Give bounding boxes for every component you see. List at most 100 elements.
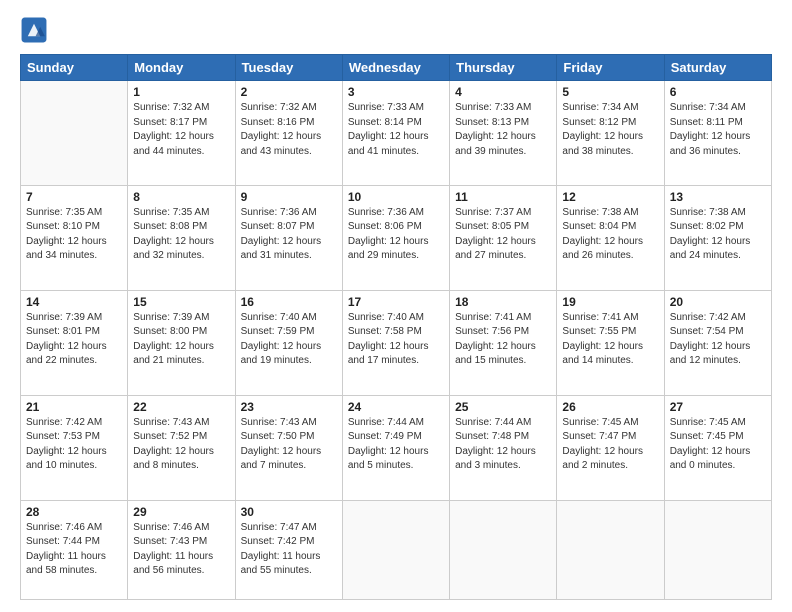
day-info: Sunrise: 7:46 AM Sunset: 7:43 PM Dayligh…: [133, 521, 229, 579]
day-number: 25: [455, 400, 551, 414]
week-row-5: 28 Sunrise: 7:46 AM Sunset: 7:44 PM Dayli…: [21, 500, 772, 599]
day-number: 27: [670, 400, 766, 414]
calendar-cell: [664, 500, 771, 599]
calendar-cell: 3 Sunrise: 7:33 AM Sunset: 8:14 PM Daylig…: [342, 81, 449, 186]
day-info: Sunrise: 7:34 AM Sunset: 8:12 PM Dayligh…: [562, 101, 658, 159]
calendar-cell: 14 Sunrise: 7:39 AM Sunset: 8:01 PM Dayli…: [21, 290, 128, 395]
day-info: Sunrise: 7:39 AM Sunset: 8:01 PM Dayligh…: [26, 311, 122, 369]
day-number: 17: [348, 295, 444, 309]
weekday-header-wednesday: Wednesday: [342, 55, 449, 81]
calendar-cell: 19 Sunrise: 7:41 AM Sunset: 7:55 PM Dayli…: [557, 290, 664, 395]
day-number: 11: [455, 190, 551, 204]
day-number: 10: [348, 190, 444, 204]
calendar-cell: 22 Sunrise: 7:43 AM Sunset: 7:52 PM Dayli…: [128, 395, 235, 500]
day-info: Sunrise: 7:33 AM Sunset: 8:13 PM Dayligh…: [455, 101, 551, 159]
week-row-4: 21Sunrise: 7:42 AM Sunset: 7:53 PM Dayli…: [21, 395, 772, 500]
day-number: 2: [241, 85, 337, 99]
calendar-cell: 29 Sunrise: 7:46 AM Sunset: 7:43 PM Dayli…: [128, 500, 235, 599]
calendar-cell: 8Sunrise: 7:35 AM Sunset: 8:08 PM Daylig…: [128, 185, 235, 290]
day-info: Sunrise: 7:33 AM Sunset: 8:14 PM Dayligh…: [348, 101, 444, 159]
weekday-header-sunday: Sunday: [21, 55, 128, 81]
calendar-cell: 12 Sunrise: 7:38 AM Sunset: 8:04 PM Dayli…: [557, 185, 664, 290]
day-info: Sunrise: 7:43 AM Sunset: 7:50 PM Dayligh…: [241, 416, 337, 474]
day-number: 1: [133, 85, 229, 99]
day-info: Sunrise: 7:32 AM Sunset: 8:16 PM Dayligh…: [241, 101, 337, 159]
day-info: Sunrise: 7:40 AM Sunset: 7:58 PM Dayligh…: [348, 311, 444, 369]
week-row-3: 14 Sunrise: 7:39 AM Sunset: 8:01 PM Dayli…: [21, 290, 772, 395]
day-info: Sunrise: 7:46 AM Sunset: 7:44 PM Dayligh…: [26, 521, 122, 579]
calendar-cell: 11 Sunrise: 7:37 AM Sunset: 8:05 PM Dayli…: [450, 185, 557, 290]
calendar-cell: 24 Sunrise: 7:44 AM Sunset: 7:49 PM Dayli…: [342, 395, 449, 500]
day-number: 29: [133, 505, 229, 519]
day-number: 3: [348, 85, 444, 99]
day-number: 16: [241, 295, 337, 309]
day-info: Sunrise: 7:35 AM Sunset: 8:10 PM Dayligh…: [26, 206, 122, 264]
day-number: 20: [670, 295, 766, 309]
calendar-cell: 23 Sunrise: 7:43 AM Sunset: 7:50 PM Dayli…: [235, 395, 342, 500]
calendar-cell: 25 Sunrise: 7:44 AM Sunset: 7:48 PM Dayli…: [450, 395, 557, 500]
day-number: 14: [26, 295, 122, 309]
calendar-cell: 9Sunrise: 7:36 AM Sunset: 8:07 PM Daylig…: [235, 185, 342, 290]
day-number: 28: [26, 505, 122, 519]
day-info: Sunrise: 7:44 AM Sunset: 7:49 PM Dayligh…: [348, 416, 444, 474]
weekday-header-tuesday: Tuesday: [235, 55, 342, 81]
day-info: Sunrise: 7:42 AM Sunset: 7:53 PM Dayligh…: [26, 416, 122, 474]
day-info: Sunrise: 7:47 AM Sunset: 7:42 PM Dayligh…: [241, 521, 337, 579]
calendar-cell: 4 Sunrise: 7:33 AM Sunset: 8:13 PM Daylig…: [450, 81, 557, 186]
day-info: Sunrise: 7:32 AM Sunset: 8:17 PM Dayligh…: [133, 101, 229, 159]
calendar-cell: 17 Sunrise: 7:40 AM Sunset: 7:58 PM Dayli…: [342, 290, 449, 395]
logo: [20, 16, 50, 44]
day-info: Sunrise: 7:36 AM Sunset: 8:06 PM Dayligh…: [348, 206, 444, 264]
day-number: 23: [241, 400, 337, 414]
day-info: Sunrise: 7:34 AM Sunset: 8:11 PM Dayligh…: [670, 101, 766, 159]
calendar-cell: 28 Sunrise: 7:46 AM Sunset: 7:44 PM Dayli…: [21, 500, 128, 599]
calendar-cell: 16 Sunrise: 7:40 AM Sunset: 7:59 PM Dayli…: [235, 290, 342, 395]
day-info: Sunrise: 7:41 AM Sunset: 7:56 PM Dayligh…: [455, 311, 551, 369]
calendar-cell: [342, 500, 449, 599]
calendar-cell: [450, 500, 557, 599]
calendar-cell: 5Sunrise: 7:34 AM Sunset: 8:12 PM Daylig…: [557, 81, 664, 186]
calendar-table: SundayMondayTuesdayWednesdayThursdayFrid…: [20, 54, 772, 600]
logo-icon: [20, 16, 48, 44]
day-info: Sunrise: 7:42 AM Sunset: 7:54 PM Dayligh…: [670, 311, 766, 369]
day-number: 13: [670, 190, 766, 204]
calendar-cell: 30 Sunrise: 7:47 AM Sunset: 7:42 PM Dayli…: [235, 500, 342, 599]
calendar-cell: 21Sunrise: 7:42 AM Sunset: 7:53 PM Dayli…: [21, 395, 128, 500]
day-info: Sunrise: 7:38 AM Sunset: 8:04 PM Dayligh…: [562, 206, 658, 264]
calendar-cell: [21, 81, 128, 186]
day-number: 26: [562, 400, 658, 414]
day-number: 18: [455, 295, 551, 309]
calendar-cell: 7 Sunrise: 7:35 AM Sunset: 8:10 PM Daylig…: [21, 185, 128, 290]
day-number: 24: [348, 400, 444, 414]
calendar-cell: 20 Sunrise: 7:42 AM Sunset: 7:54 PM Dayli…: [664, 290, 771, 395]
weekday-header-thursday: Thursday: [450, 55, 557, 81]
calendar-cell: 1 Sunrise: 7:32 AM Sunset: 8:17 PM Daylig…: [128, 81, 235, 186]
week-row-1: 1 Sunrise: 7:32 AM Sunset: 8:17 PM Daylig…: [21, 81, 772, 186]
day-info: Sunrise: 7:37 AM Sunset: 8:05 PM Dayligh…: [455, 206, 551, 264]
day-number: 12: [562, 190, 658, 204]
day-number: 30: [241, 505, 337, 519]
day-info: Sunrise: 7:39 AM Sunset: 8:00 PM Dayligh…: [133, 311, 229, 369]
calendar-cell: 2 Sunrise: 7:32 AM Sunset: 8:16 PM Daylig…: [235, 81, 342, 186]
day-number: 19: [562, 295, 658, 309]
calendar-cell: [557, 500, 664, 599]
day-info: Sunrise: 7:43 AM Sunset: 7:52 PM Dayligh…: [133, 416, 229, 474]
day-number: 22: [133, 400, 229, 414]
day-info: Sunrise: 7:45 AM Sunset: 7:45 PM Dayligh…: [670, 416, 766, 474]
weekday-header-saturday: Saturday: [664, 55, 771, 81]
day-info: Sunrise: 7:45 AM Sunset: 7:47 PM Dayligh…: [562, 416, 658, 474]
day-info: Sunrise: 7:41 AM Sunset: 7:55 PM Dayligh…: [562, 311, 658, 369]
day-number: 9: [241, 190, 337, 204]
calendar-cell: 15Sunrise: 7:39 AM Sunset: 8:00 PM Dayli…: [128, 290, 235, 395]
day-info: Sunrise: 7:38 AM Sunset: 8:02 PM Dayligh…: [670, 206, 766, 264]
day-number: 7: [26, 190, 122, 204]
day-info: Sunrise: 7:44 AM Sunset: 7:48 PM Dayligh…: [455, 416, 551, 474]
weekday-header-monday: Monday: [128, 55, 235, 81]
day-info: Sunrise: 7:40 AM Sunset: 7:59 PM Dayligh…: [241, 311, 337, 369]
day-number: 4: [455, 85, 551, 99]
weekday-header-friday: Friday: [557, 55, 664, 81]
page-header: [20, 16, 772, 44]
week-row-2: 7 Sunrise: 7:35 AM Sunset: 8:10 PM Daylig…: [21, 185, 772, 290]
calendar-cell: 13 Sunrise: 7:38 AM Sunset: 8:02 PM Dayli…: [664, 185, 771, 290]
calendar-cell: 26 Sunrise: 7:45 AM Sunset: 7:47 PM Dayli…: [557, 395, 664, 500]
